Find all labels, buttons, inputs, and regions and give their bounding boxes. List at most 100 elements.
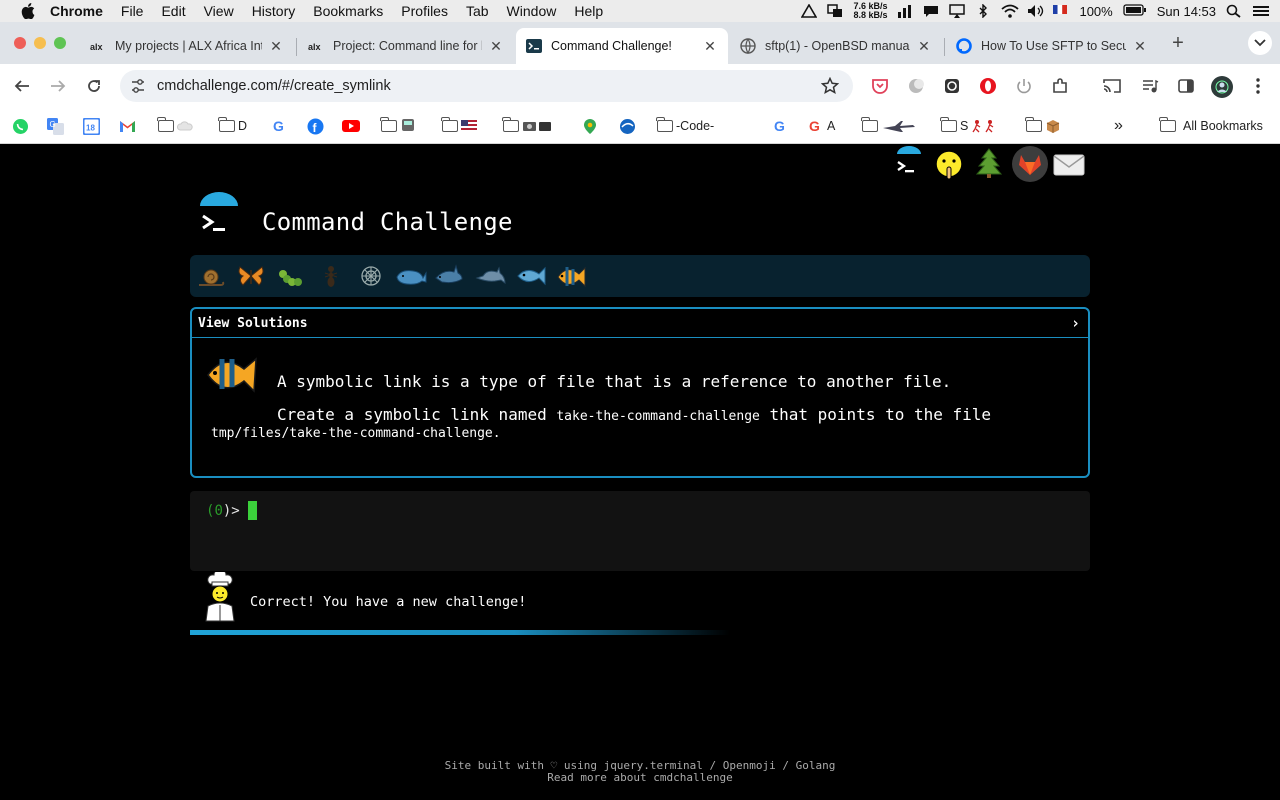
site-info-icon[interactable] bbox=[130, 78, 146, 99]
stats-icon[interactable] bbox=[897, 4, 913, 18]
volume-icon[interactable] bbox=[1027, 4, 1044, 18]
gitlab-icon[interactable] bbox=[1012, 146, 1048, 182]
menu-bookmarks[interactable]: Bookmarks bbox=[313, 3, 383, 19]
google-maps-bookmark[interactable] bbox=[583, 116, 597, 136]
new-tab-button[interactable]: + bbox=[1166, 31, 1190, 55]
web-icon[interactable] bbox=[356, 261, 386, 291]
dolphin-icon[interactable] bbox=[474, 261, 508, 291]
ant-icon[interactable] bbox=[316, 261, 346, 291]
screens-icon[interactable] bbox=[827, 4, 843, 18]
back-button[interactable] bbox=[10, 74, 34, 98]
more-bookmarks-chevron[interactable]: » bbox=[1114, 116, 1123, 136]
tree-icon[interactable] bbox=[972, 146, 1006, 180]
google-calendar-bookmark[interactable]: 18 bbox=[83, 116, 100, 136]
power-icon[interactable] bbox=[1014, 76, 1034, 96]
flag-fr-icon[interactable] bbox=[1053, 4, 1069, 18]
all-bookmarks[interactable]: All Bookmarks bbox=[1159, 116, 1263, 136]
menu-edit[interactable]: Edit bbox=[161, 3, 185, 19]
google-translate-bookmark[interactable]: G bbox=[47, 116, 64, 136]
close-tab-icon[interactable]: ✕ bbox=[916, 38, 932, 55]
wifi-icon[interactable] bbox=[1001, 4, 1020, 18]
shark-icon[interactable] bbox=[434, 261, 464, 291]
control-center-icon[interactable] bbox=[1252, 4, 1269, 18]
cast-icon[interactable] bbox=[1102, 76, 1122, 96]
messages-icon[interactable] bbox=[923, 4, 939, 18]
pocket-icon[interactable] bbox=[870, 76, 890, 96]
tab-sftp-manual[interactable]: sftp(1) - OpenBSD manual pages ✕ bbox=[730, 28, 942, 64]
reload-button[interactable] bbox=[82, 74, 106, 98]
bookmark-folder-box[interactable] bbox=[1025, 116, 1061, 136]
chrome-menu-icon[interactable] bbox=[1248, 76, 1268, 96]
google-bookmark-a[interactable]: GA bbox=[808, 116, 835, 136]
spotlight-search-icon[interactable] bbox=[1226, 4, 1242, 18]
bookmark-folder-flag[interactable] bbox=[441, 116, 477, 136]
tab-title: Command Challenge! bbox=[551, 39, 672, 53]
apple-menu-icon[interactable] bbox=[20, 3, 36, 19]
airplay-icon[interactable] bbox=[949, 4, 966, 18]
media-controls-icon[interactable] bbox=[1140, 76, 1160, 96]
view-solutions-toggle[interactable]: View Solutions bbox=[198, 316, 308, 331]
whale-icon[interactable] bbox=[394, 261, 428, 291]
close-window-button[interactable] bbox=[14, 37, 26, 49]
bookmark-folder-cloud[interactable] bbox=[157, 116, 193, 136]
close-tab-icon[interactable]: ✕ bbox=[488, 38, 504, 55]
blue-swirl-bookmark[interactable] bbox=[619, 116, 636, 136]
extension-moon-icon[interactable] bbox=[906, 76, 926, 96]
bookmark-folder-d[interactable]: D bbox=[218, 116, 247, 136]
tab-title: How To Use SFTP to Securely Transfer Fil… bbox=[981, 39, 1126, 53]
mail-icon[interactable] bbox=[1052, 148, 1086, 182]
terminal-input[interactable]: (0)> bbox=[190, 491, 1090, 571]
address-bar[interactable]: cmdchallenge.com/#/create_symlink bbox=[120, 70, 853, 102]
menu-help[interactable]: Help bbox=[574, 3, 603, 19]
fish-icon[interactable] bbox=[514, 261, 548, 291]
bookmark-folder-code[interactable]: -Code- bbox=[656, 116, 714, 136]
menu-profiles[interactable]: Profiles bbox=[401, 3, 448, 19]
close-tab-icon[interactable]: ✕ bbox=[268, 38, 284, 55]
bluetooth-icon[interactable] bbox=[975, 3, 991, 19]
forward-button[interactable] bbox=[46, 74, 70, 98]
tab-digitalocean-sftp[interactable]: How To Use SFTP to Securely Transfer Fil… bbox=[946, 28, 1158, 64]
menu-app-name[interactable]: Chrome bbox=[50, 3, 103, 19]
profile-avatar[interactable] bbox=[1211, 76, 1233, 98]
side-panel-icon[interactable] bbox=[1176, 76, 1196, 96]
bookmark-star-icon[interactable] bbox=[820, 76, 840, 100]
battery-icon[interactable] bbox=[1123, 4, 1147, 18]
menu-window[interactable]: Window bbox=[507, 3, 557, 19]
tab-alx-command-line[interactable]: alx Project: Command line for beginners … bbox=[298, 28, 514, 64]
tab-command-challenge[interactable]: Command Challenge! ✕ bbox=[516, 28, 728, 64]
opera-icon[interactable] bbox=[978, 76, 998, 96]
youtube-bookmark[interactable] bbox=[342, 116, 360, 136]
google-bookmark[interactable]: G bbox=[272, 116, 288, 136]
tab-search-button[interactable] bbox=[1248, 31, 1272, 55]
snail-icon[interactable] bbox=[196, 261, 226, 291]
drive-icon[interactable] bbox=[801, 3, 818, 18]
menu-history[interactable]: History bbox=[252, 3, 296, 19]
caterpillar-icon[interactable] bbox=[276, 261, 306, 291]
bookmark-folder-s[interactable]: S bbox=[940, 116, 999, 136]
footer-about-link[interactable]: Read more about cmdchallenge bbox=[0, 772, 1280, 784]
bookmark-folder-travel[interactable] bbox=[861, 116, 917, 136]
butterfly-icon[interactable] bbox=[236, 261, 266, 291]
shushing-face-icon[interactable] bbox=[932, 148, 966, 182]
tab-alx-projects[interactable]: alx My projects | ALX Africa Intranet ✕ bbox=[80, 28, 294, 64]
zoom-window-button[interactable] bbox=[54, 37, 66, 49]
extensions-puzzle-icon[interactable] bbox=[1050, 76, 1070, 96]
tropical-fish-icon[interactable] bbox=[554, 261, 588, 291]
close-tab-icon[interactable]: ✕ bbox=[702, 38, 718, 55]
chevron-right-icon[interactable]: › bbox=[1071, 314, 1080, 332]
terminal-logo-icon[interactable] bbox=[892, 146, 926, 180]
facebook-bookmark[interactable]: f bbox=[307, 116, 324, 136]
menu-file[interactable]: File bbox=[121, 3, 144, 19]
google-bookmark-2[interactable]: G bbox=[773, 116, 789, 136]
menu-view[interactable]: View bbox=[204, 3, 234, 19]
bookmark-folder-train[interactable] bbox=[380, 116, 416, 136]
bookmark-folder-media[interactable] bbox=[502, 116, 554, 136]
extension-link-icon[interactable] bbox=[942, 76, 962, 96]
url-text[interactable]: cmdchallenge.com/#/create_symlink bbox=[157, 78, 391, 94]
menu-tab[interactable]: Tab bbox=[466, 3, 489, 19]
minimize-window-button[interactable] bbox=[34, 37, 46, 49]
gmail-bookmark[interactable] bbox=[119, 116, 136, 136]
clock[interactable]: Sun 14:53 bbox=[1157, 4, 1216, 19]
whatsapp-bookmark[interactable] bbox=[12, 116, 29, 136]
close-tab-icon[interactable]: ✕ bbox=[1132, 38, 1148, 55]
